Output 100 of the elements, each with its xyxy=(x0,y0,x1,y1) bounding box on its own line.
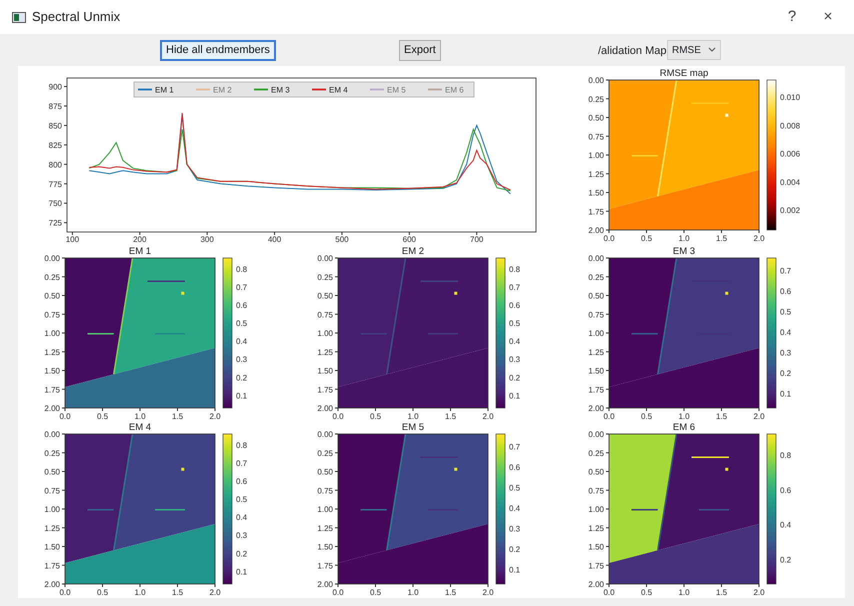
map-title: EM 3 xyxy=(672,246,696,257)
axis-tick-label: 0.0 xyxy=(603,588,615,597)
legend-label[interactable]: EM 1 xyxy=(155,86,174,94)
axis-tick-label: 0.00 xyxy=(44,430,60,439)
axis-tick-label: 0.75 xyxy=(317,486,333,496)
colorbar-tick-label: 0.7 xyxy=(509,282,520,292)
axis-tick-label: 1.5 xyxy=(444,588,456,597)
colorbar-tick-label: 0.3 xyxy=(236,531,248,540)
axis-tick-label: 500 xyxy=(335,235,349,244)
map-title: EM 1 xyxy=(128,246,152,257)
axis-tick-label: 0.0 xyxy=(603,412,615,421)
colorbar-tick-label: 0.2 xyxy=(780,369,792,378)
axis-tick-label: 1.00 xyxy=(588,329,604,338)
map-title: EM 2 xyxy=(402,246,424,257)
colorbar-tick-label: 0.002 xyxy=(780,206,800,216)
colorbar-tick-label: 0.1 xyxy=(780,390,792,399)
axis-tick-label: 1.5 xyxy=(172,412,184,421)
axis-tick-label: 1.0 xyxy=(134,412,146,421)
axis-tick-label: 2.0 xyxy=(753,234,765,243)
axis-tick-label: 1.0 xyxy=(407,588,419,597)
axis-tick-label: 2.0 xyxy=(209,412,221,421)
help-button[interactable]: ? xyxy=(774,6,810,28)
chevron-icon xyxy=(708,47,716,53)
axis-tick-label: 1.0 xyxy=(678,588,690,597)
axis-tick-label: 1.5 xyxy=(444,412,456,421)
colorbar-tick-label: 0.010 xyxy=(780,92,800,102)
axis-tick-label: 850 xyxy=(48,121,62,130)
legend-label[interactable]: EM 4 xyxy=(329,86,348,94)
legend-label[interactable]: EM 3 xyxy=(271,86,290,94)
validation-map-dropdown[interactable]: RMSE xyxy=(667,40,721,60)
axis-tick-label: 0.00 xyxy=(317,254,333,263)
axis-tick-label: 200 xyxy=(133,235,146,244)
axis-tick-label: 0.0 xyxy=(332,412,344,421)
axis-tick-label: 1.00 xyxy=(317,505,333,514)
export-button[interactable]: Export xyxy=(399,40,441,61)
axis-tick-label: 900 xyxy=(48,82,62,92)
axis-tick-label: 1.0 xyxy=(134,588,146,597)
legend-label[interactable]: EM 6 xyxy=(445,86,464,94)
axis-tick-label: 0.25 xyxy=(44,448,60,458)
axis-tick-label: 2.0 xyxy=(482,588,494,597)
axis-tick-label: 2.0 xyxy=(209,588,221,597)
close-button[interactable]: × xyxy=(810,6,846,28)
colorbar-tick-label: 0.8 xyxy=(236,264,248,274)
axis-tick-label: 0.75 xyxy=(588,310,604,320)
axis-tick-label: 775 xyxy=(48,180,62,189)
axis-tick-label: 0.5 xyxy=(640,588,652,597)
axis-tick-label: 0.25 xyxy=(588,448,604,458)
colorbar-tick-label: 0.5 xyxy=(236,319,248,328)
axis-tick-label: 600 xyxy=(402,235,416,244)
colorbar-tick-label: 0.004 xyxy=(780,178,800,187)
colorbar-tick-label: 0.2 xyxy=(780,556,792,565)
axis-tick-label: 2.0 xyxy=(482,412,494,421)
axis-tick-label: 0.0 xyxy=(59,588,71,597)
axis-tick-label: 0.75 xyxy=(317,310,333,320)
axis-tick-label: 750 xyxy=(48,199,62,208)
axis-tick-label: 2.00 xyxy=(44,580,60,589)
axis-tick-label: 0.00 xyxy=(588,254,604,263)
axis-tick-label: 0.25 xyxy=(588,272,604,282)
axis-tick-label: 0.5 xyxy=(640,234,652,243)
colorbar-tick-label: 0.6 xyxy=(509,462,520,472)
axis-tick-label: 2.00 xyxy=(44,404,60,413)
axis-tick-label: 100 xyxy=(66,235,80,244)
axis-tick-label: 0.50 xyxy=(317,292,333,300)
axis-tick-label: 1.5 xyxy=(172,588,184,597)
axis-tick-label: 0.00 xyxy=(588,430,604,439)
axis-tick-label: 2.00 xyxy=(317,580,333,589)
colorbar-tick-label: 0.4 xyxy=(236,513,248,522)
axis-tick-label: 0.50 xyxy=(588,468,604,476)
axis-tick-label: 400 xyxy=(268,235,282,244)
colorbar-tick-label: 0.8 xyxy=(509,264,520,274)
axis-tick-label: 1.25 xyxy=(317,348,333,357)
colorbar-tick-label: 0.5 xyxy=(236,495,248,504)
colorbar-tick-label: 0.4 xyxy=(509,504,520,513)
axis-tick-label: 1.00 xyxy=(588,505,604,514)
hide-endmembers-button[interactable]: Hide all endmembers xyxy=(160,40,276,61)
axis-tick-label: 1.00 xyxy=(317,329,333,338)
map-title: RMSE map xyxy=(660,68,708,79)
axis-tick-label: 0.5 xyxy=(96,588,108,597)
colorbar-tick-label: 0.7 xyxy=(236,282,248,292)
colorbar-tick-label: 0.1 xyxy=(509,391,520,400)
axis-tick-label: 1.75 xyxy=(317,385,333,394)
legend-label[interactable]: EM 2 xyxy=(213,86,232,94)
legend-label[interactable]: EM 5 xyxy=(387,86,406,94)
axis-tick-label: 0.5 xyxy=(370,412,382,421)
axis-tick-label: 1.75 xyxy=(588,561,604,570)
axis-tick-label: 1.5 xyxy=(716,412,728,421)
colorbar-tick-label: 0.008 xyxy=(780,121,800,130)
axis-tick-label: 1.0 xyxy=(407,412,419,421)
axis-tick-label: 1.5 xyxy=(716,234,728,243)
colorbar-tick-label: 0.5 xyxy=(509,483,520,492)
colorbar-tick-label: 0.3 xyxy=(780,348,792,358)
colorbar-tick-label: 0.4 xyxy=(780,328,792,337)
colorbar-tick-label: 0.1 xyxy=(509,566,520,575)
axis-tick-label: 1.75 xyxy=(588,207,604,216)
colorbar-tick-label: 0.5 xyxy=(780,307,792,316)
axis-tick-label: 1.25 xyxy=(588,170,604,179)
axis-tick-label: 2.0 xyxy=(753,588,765,597)
axis-tick-label: 0.75 xyxy=(44,486,60,496)
axis-tick-label: 1.5 xyxy=(716,588,728,597)
axis-tick-label: 800 xyxy=(48,160,62,170)
